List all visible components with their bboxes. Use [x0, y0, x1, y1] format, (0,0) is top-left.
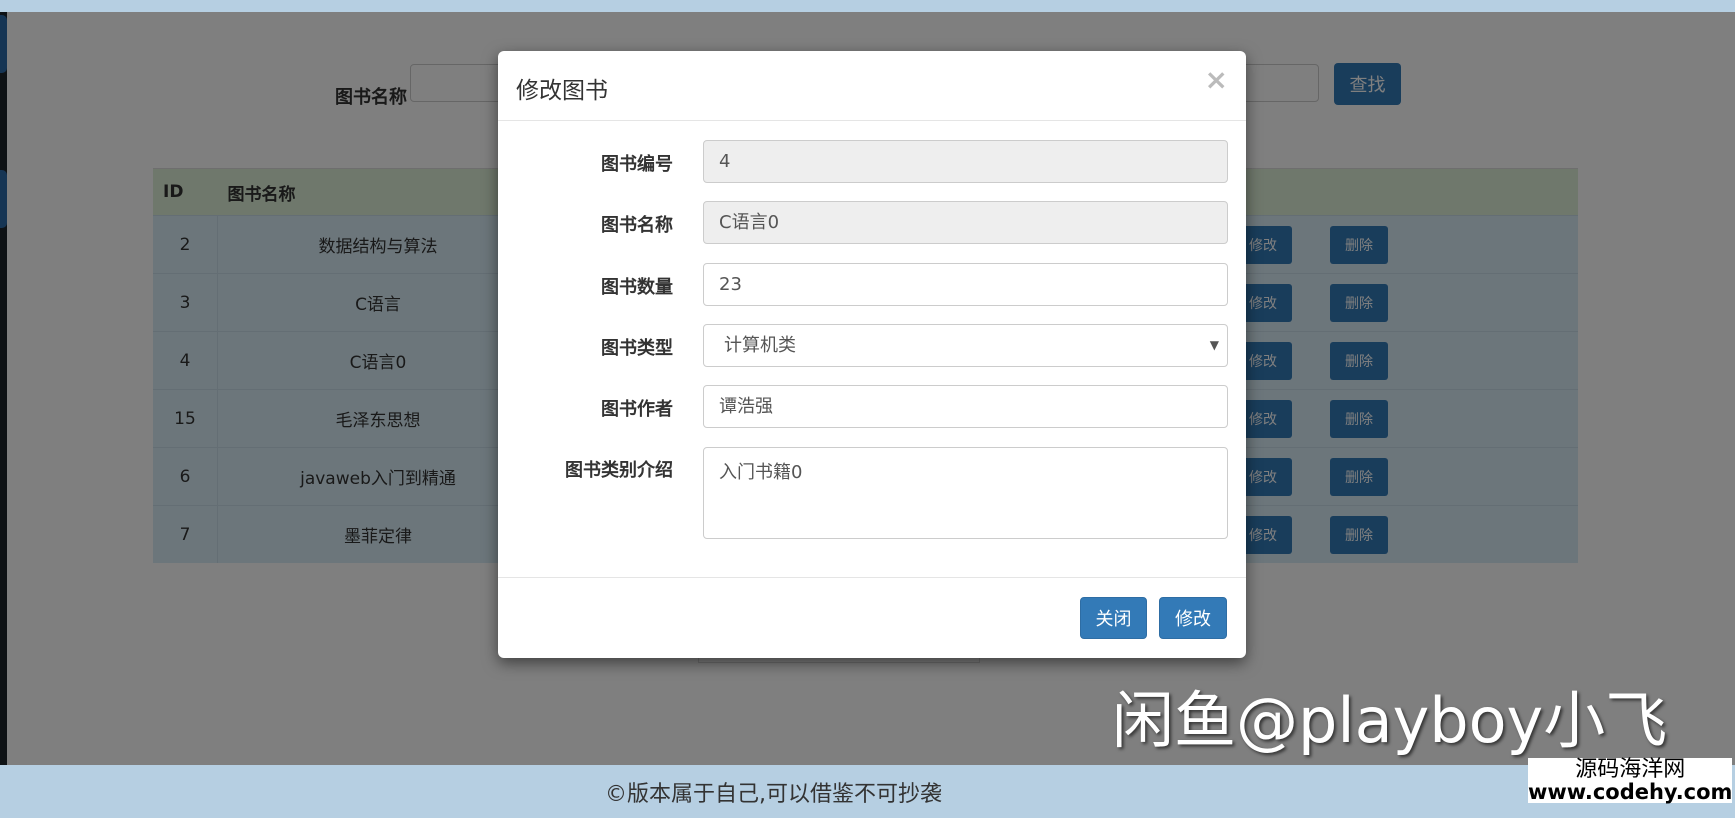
book-type-select[interactable]: 计算机类 ▼	[703, 324, 1228, 367]
book-no-label: 图书编号	[601, 154, 673, 175]
watermark-text: 闲鱼@playboy小飞	[1112, 684, 1668, 757]
book-type-label: 图书类型	[601, 338, 673, 359]
book-intro-label: 图书类别介绍	[565, 460, 673, 481]
book-author-field[interactable]: 谭浩强	[703, 385, 1228, 428]
site-logo: 源码海洋网 www.codehy.com	[1528, 757, 1733, 805]
top-bar	[0, 0, 1735, 12]
close-icon[interactable]: ×	[1205, 63, 1228, 96]
book-name-field[interactable]: C语言0	[703, 201, 1228, 244]
book-count-label: 图书数量	[601, 277, 673, 298]
modal-title: 修改图书	[516, 78, 608, 104]
edit-book-modal: 修改图书 × 图书编号 4 图书名称 C语言0 图书数量 23 图书类型 计算机…	[498, 51, 1246, 658]
book-no-field[interactable]: 4	[703, 140, 1228, 183]
book-name-label: 图书名称	[601, 215, 673, 236]
modal-header: 修改图书 ×	[498, 51, 1246, 121]
site-logo-url: www.codehy.com	[1528, 780, 1733, 805]
site-logo-name: 源码海洋网	[1575, 757, 1686, 782]
submit-button[interactable]: 修改	[1159, 597, 1227, 639]
book-author-label: 图书作者	[601, 399, 673, 420]
footer-copyright: ©版本属于自己,可以借鉴不可抄袭	[605, 782, 942, 807]
book-intro-textarea[interactable]: 入门书籍0	[703, 447, 1228, 539]
book-count-field[interactable]: 23	[703, 263, 1228, 306]
close-button[interactable]: 关闭	[1080, 597, 1147, 639]
book-type-value: 计算机类	[724, 335, 796, 356]
chevron-down-icon: ▼	[1209, 338, 1219, 352]
